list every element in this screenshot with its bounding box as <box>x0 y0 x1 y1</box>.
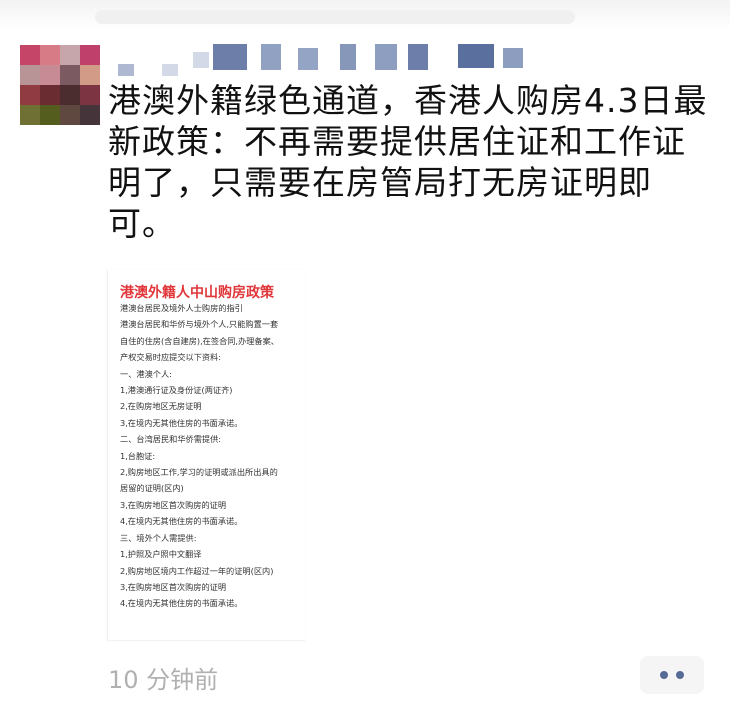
blurred-username[interactable] <box>118 44 548 80</box>
image-text-line: 自住的住房(含自建房),在签合同,办理备案、 <box>120 335 279 346</box>
image-title: 港澳外籍人中山购房政策 <box>120 285 274 301</box>
avatar[interactable] <box>20 45 100 125</box>
image-text-list: 港澳台居民及境外人士购房的指引 港澳台居民和华侨与境外个人,只能购置一套 自住的… <box>120 300 305 612</box>
more-options-button[interactable] <box>640 656 704 694</box>
image-text-line: 2,购房地区境内工作超过一年的证明(区内) <box>120 565 274 576</box>
image-text-line: 居留的证明(区内) <box>120 483 184 494</box>
policy-image[interactable]: 港澳外籍人中山购房政策 港澳台居民及境外人士购房的指引 港澳台居民和华侨与境外个… <box>107 270 305 641</box>
image-text-line: 4,在境内无其他住房的书面承诺。 <box>120 516 243 527</box>
image-text-line: 二、台湾居民和华侨需提供: <box>120 434 222 445</box>
image-text-line: 三、境外个人需提供: <box>120 532 197 543</box>
image-text-line: 1,护照及户照中文翻译 <box>120 549 202 560</box>
image-text-line: 3,在境内无其他住房的书面承诺。 <box>120 417 243 428</box>
image-text-line: 2,购房地区工作,学习的证明或派出所出具的 <box>120 467 278 478</box>
post-time: 10 分钟前 <box>108 666 219 694</box>
image-text-line: 1,台胞证: <box>120 450 156 461</box>
post-text: 港澳外籍绿色通道，香港人购房4.3日最新政策：不再需要提供居住证和工作证明了，只… <box>108 81 708 243</box>
image-text-line: 4,在境内无其他住房的书面承诺。 <box>120 598 243 609</box>
image-text-line: 1,港澳通行证及身份证(两证齐) <box>120 385 233 396</box>
top-blurred-content <box>95 10 575 24</box>
image-text-line: 2,在购房地区无房证明 <box>120 401 202 412</box>
more-dots-icon <box>676 671 684 679</box>
moments-post-page: 港澳外籍绿色通道，香港人购房4.3日最新政策：不再需要提供居住证和工作证明了，只… <box>0 0 730 710</box>
image-text-line: 3,在购房地区首次购房的证明 <box>120 499 227 510</box>
image-text-line: 港澳台居民及境外人士购房的指引 <box>120 303 243 313</box>
image-text-line: 3,在购房地区首次购房的证明 <box>120 581 227 592</box>
image-text-line: 一、港澳个人: <box>120 368 172 379</box>
more-dots-icon <box>660 671 668 679</box>
image-text-line: 港澳台居民和华侨与境外个人,只能购置一套 <box>120 319 279 330</box>
image-text-line: 产权交易时应提交以下资料: <box>120 352 222 363</box>
